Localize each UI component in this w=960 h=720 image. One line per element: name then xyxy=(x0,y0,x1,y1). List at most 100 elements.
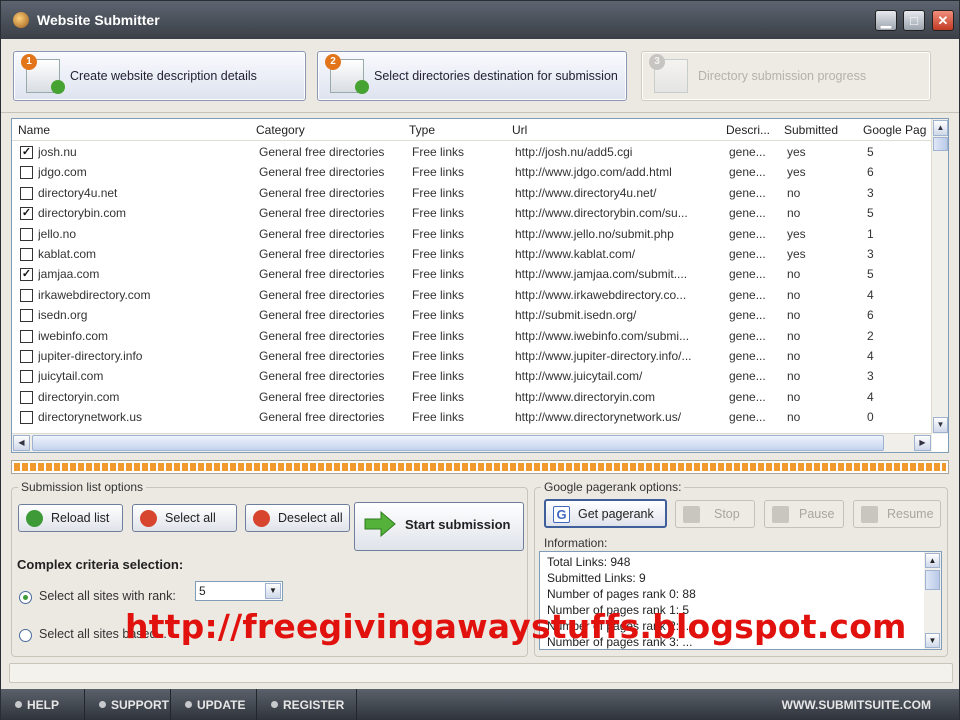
table-row[interactable]: jupiter-directory.info General free direc… xyxy=(12,346,932,366)
column-header-url[interactable]: Url xyxy=(512,123,527,137)
column-header-google-pagerank[interactable]: Google Pag xyxy=(863,123,931,137)
select-all-button[interactable]: Select all xyxy=(132,504,237,532)
row-checkbox[interactable] xyxy=(20,186,33,200)
deselect-all-button[interactable]: Deselect all xyxy=(245,504,350,532)
table-row[interactable]: ✓ jamjaa.com General free directories Free … xyxy=(12,264,932,284)
table-row[interactable]: directory4u.net General free directories F… xyxy=(12,183,932,203)
row-checkbox[interactable] xyxy=(20,288,33,302)
support-link[interactable]: SUPPORT xyxy=(85,689,171,720)
row-checkbox[interactable] xyxy=(20,166,33,180)
table-row[interactable]: kablat.com General free directories Free l… xyxy=(12,244,932,264)
start-submission-button[interactable]: Start submission xyxy=(354,502,524,551)
column-header-category[interactable]: Category xyxy=(256,123,305,137)
close-icon: ✕ xyxy=(937,13,949,28)
stop-button[interactable]: Stop xyxy=(675,500,755,528)
cell-description: gene... xyxy=(729,410,766,425)
scroll-thumb[interactable] xyxy=(925,570,940,590)
cell-name: kablat.com xyxy=(38,246,97,261)
website-link[interactable]: WWW.SUBMITSUITE.COM xyxy=(782,698,931,712)
table-row[interactable]: jdgo.com General free directories Free lin… xyxy=(12,162,932,182)
get-pagerank-button[interactable]: G Get pagerank xyxy=(544,499,667,528)
info-scrollbar[interactable]: ▲ ▼ xyxy=(924,552,941,649)
reload-list-button[interactable]: Reload list xyxy=(18,504,123,532)
cell-submitted: no xyxy=(787,348,801,363)
arrow-icon xyxy=(51,80,65,94)
directory-list[interactable]: Name Category Type Url Descri... Submitt… xyxy=(11,118,949,453)
horizontal-scrollbar[interactable]: ◀ ▶ xyxy=(12,433,932,452)
row-checkbox[interactable] xyxy=(20,349,33,363)
cell-category: General free directories xyxy=(259,165,385,180)
scroll-thumb[interactable] xyxy=(933,137,948,151)
update-link[interactable]: UPDATE xyxy=(171,689,257,720)
column-header-type[interactable]: Type xyxy=(409,123,435,137)
scroll-right-icon[interactable]: ▶ xyxy=(914,435,931,451)
row-checkbox[interactable] xyxy=(20,411,33,425)
row-checkbox[interactable]: ✓ xyxy=(20,146,33,159)
table-row[interactable]: isedn.org General free directories Free li… xyxy=(12,305,932,325)
row-checkbox[interactable] xyxy=(20,370,33,384)
vertical-scrollbar[interactable]: ▲ ▼ xyxy=(931,119,948,434)
cell-category: General free directories xyxy=(259,226,385,241)
row-checkbox[interactable] xyxy=(20,329,33,343)
scroll-thumb[interactable] xyxy=(32,435,884,451)
cell-name: jdgo.com xyxy=(38,165,87,180)
table-row[interactable]: irkawebdirectory.com General free directo… xyxy=(12,285,932,305)
table-row[interactable]: ✓ josh.nu General free directories Free lin… xyxy=(12,142,932,162)
cell-description: gene... xyxy=(729,348,766,363)
cell-description: gene... xyxy=(729,389,766,404)
footer-label: REGISTER xyxy=(283,698,345,712)
row-checkbox[interactable] xyxy=(20,227,33,241)
rank-select[interactable]: 5 ▼ xyxy=(195,581,283,601)
cell-type: Free links xyxy=(412,145,465,159)
cell-description: gene... xyxy=(729,226,766,241)
table-row[interactable]: jello.no General free directories Free lin… xyxy=(12,224,932,244)
scroll-down-icon[interactable]: ▼ xyxy=(925,633,940,648)
scroll-down-icon[interactable]: ▼ xyxy=(933,417,948,433)
maximize-button[interactable]: □ xyxy=(903,10,925,31)
cell-pagerank: 3 xyxy=(867,185,874,200)
table-row[interactable]: ✓ directorybin.com General free directorie… xyxy=(12,203,932,223)
column-header-submitted[interactable]: Submitted xyxy=(784,123,838,137)
cell-category: General free directories xyxy=(259,267,385,282)
row-checkbox[interactable] xyxy=(20,247,33,261)
cell-pagerank: 5 xyxy=(867,206,874,221)
button-label: Start submission xyxy=(405,517,511,532)
row-checkbox[interactable] xyxy=(20,309,33,323)
register-link[interactable]: REGISTER xyxy=(257,689,357,720)
footer-bar: HELP SUPPORT UPDATE REGISTER WWW.SUBMITS… xyxy=(1,689,959,720)
help-link[interactable]: HELP xyxy=(1,689,85,720)
footer-label: SUPPORT xyxy=(111,698,170,712)
title-bar[interactable]: Website Submitter ▁ □ ✕ xyxy=(1,1,959,39)
step-submission-progress-button[interactable]: 3 Directory submission progress xyxy=(641,51,931,101)
cell-type: Free links xyxy=(412,287,465,302)
close-button[interactable]: ✕ xyxy=(932,10,954,31)
step-number-badge: 2 xyxy=(325,54,341,70)
table-row[interactable]: directorynetwork.us General free director… xyxy=(12,407,932,427)
button-label: Pause xyxy=(799,507,835,521)
step-select-directories-button[interactable]: 2 Select directories destination for sub… xyxy=(317,51,627,101)
cell-type: Free links xyxy=(412,308,465,323)
minimize-button[interactable]: ▁ xyxy=(875,10,897,31)
cell-url: http://www.directorybin.com/su... xyxy=(515,206,688,221)
chevron-down-icon[interactable]: ▼ xyxy=(265,583,281,599)
scroll-up-icon[interactable]: ▲ xyxy=(925,553,940,568)
column-header-description[interactable]: Descri... xyxy=(726,123,770,137)
cell-description: gene... xyxy=(729,246,766,261)
step-create-description-button[interactable]: 1 Create website description details xyxy=(13,51,306,101)
stop-icon xyxy=(683,506,700,523)
based-criteria-radio[interactable] xyxy=(19,629,32,642)
scroll-left-icon[interactable]: ◀ xyxy=(13,435,30,451)
row-checkbox[interactable]: ✓ xyxy=(20,207,33,221)
resume-button[interactable]: Resume xyxy=(853,500,941,528)
row-checkbox[interactable]: ✓ xyxy=(20,268,33,282)
column-header-name[interactable]: Name xyxy=(18,123,50,137)
table-row[interactable]: directoryin.com General free directories F… xyxy=(12,387,932,407)
row-checkbox[interactable] xyxy=(20,390,33,404)
scroll-up-icon[interactable]: ▲ xyxy=(933,120,948,136)
cell-type: Free links xyxy=(412,165,465,180)
pause-button[interactable]: Pause xyxy=(764,500,844,528)
table-row[interactable]: iwebinfo.com General free directories Free… xyxy=(12,326,932,346)
rank-criteria-radio[interactable] xyxy=(19,591,32,604)
cell-submitted: no xyxy=(787,389,801,404)
table-row[interactable]: juicytail.com General free directories Fre… xyxy=(12,366,932,386)
